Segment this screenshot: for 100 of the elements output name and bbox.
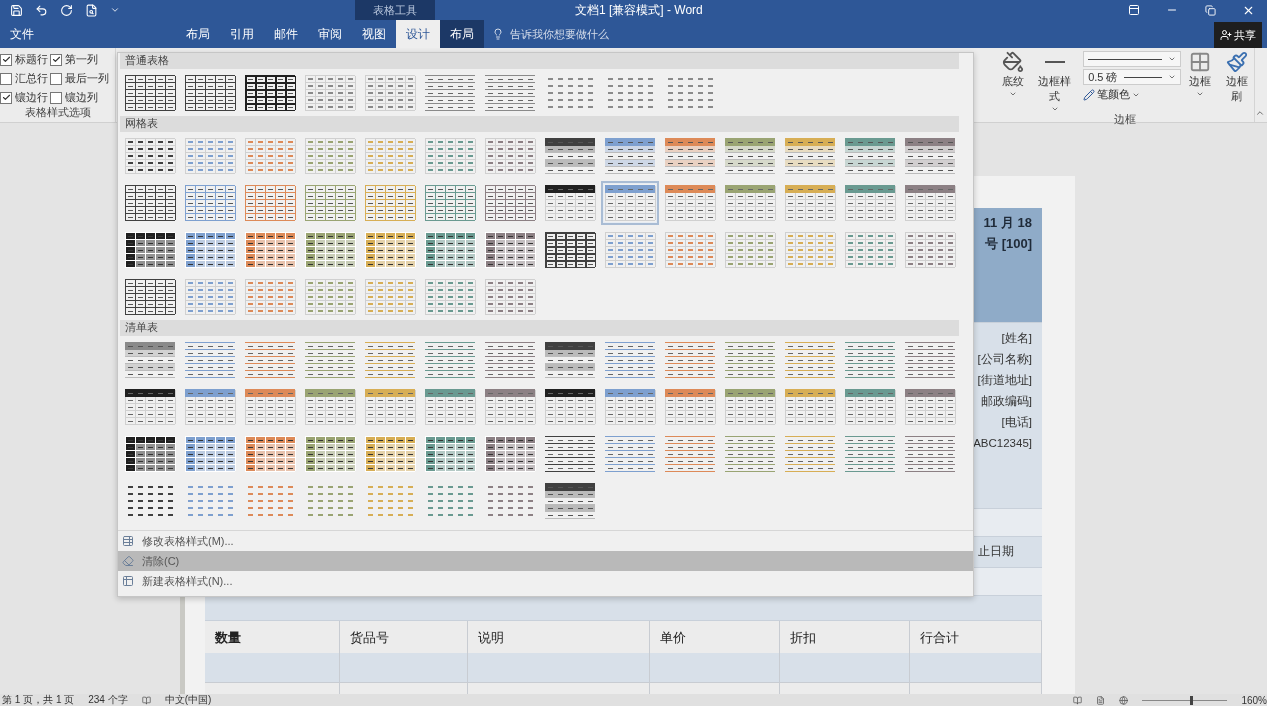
checkbox[interactable] <box>0 91 12 104</box>
ribbon-tab[interactable]: 审阅 <box>308 20 352 48</box>
table-style-drawing <box>244 184 296 221</box>
table-style-drawing <box>904 184 956 221</box>
table-style-drawing <box>184 74 236 111</box>
print-preview-icon[interactable] <box>85 3 98 17</box>
border-painter-button[interactable]: 边框刷 <box>1219 51 1254 104</box>
address-line: 邮政编码] <box>980 394 1032 409</box>
ribbon-tab[interactable]: 引用 <box>220 20 264 48</box>
table-style-drawing <box>904 137 956 174</box>
address-line: [姓名] <box>1001 331 1032 346</box>
table-style-drawing <box>184 341 236 378</box>
ribbon-tab[interactable]: 布局 <box>176 20 220 48</box>
person-add-icon <box>1220 29 1232 41</box>
checkbox-label: 最后一列 <box>65 71 109 86</box>
menu-item[interactable]: 清除(C) <box>118 551 973 571</box>
table-style-drawing <box>604 388 656 425</box>
table-style-drawing <box>724 435 776 472</box>
undo-icon[interactable] <box>35 3 48 17</box>
table-style-drawing <box>904 435 956 472</box>
group-label: 边框 <box>1113 113 1137 127</box>
table-style-drawing <box>544 341 596 378</box>
section-title: 网格表 <box>125 117 158 131</box>
table-style-drawing <box>364 137 416 174</box>
print-layout-icon[interactable] <box>1096 695 1106 705</box>
table-style-drawing <box>184 184 236 221</box>
ribbon-tab[interactable]: 设计 <box>396 20 440 48</box>
table-style-drawing <box>484 231 536 268</box>
save-icon[interactable] <box>10 3 23 17</box>
table-style-drawing <box>124 278 176 315</box>
table-style-drawing <box>244 341 296 378</box>
customize-caret-icon[interactable] <box>110 5 120 15</box>
table-style-drawing <box>184 278 236 315</box>
table-style-drawing <box>664 231 716 268</box>
table-style-drawing <box>304 184 356 221</box>
table-style-drawing <box>124 184 176 221</box>
header-text: 号 [100] <box>985 235 1032 253</box>
menu-item[interactable]: 修改表格样式(M)... <box>118 531 973 551</box>
table-style-drawing <box>844 231 896 268</box>
table-style-drawing <box>604 341 656 378</box>
borders-button[interactable]: 边框 <box>1187 51 1214 98</box>
redo-icon[interactable] <box>60 3 73 17</box>
section-title: 清单表 <box>125 321 158 335</box>
checkbox[interactable] <box>0 53 12 66</box>
language-label[interactable]: 中文(中国) <box>164 693 212 706</box>
line-style-dropdown[interactable] <box>1083 51 1182 67</box>
collapse-ribbon-icon[interactable] <box>1255 108 1265 118</box>
table-style-drawing <box>484 435 536 472</box>
address-line: [街道地址] <box>977 373 1032 388</box>
table-style-drawing <box>364 74 416 111</box>
zoom-level[interactable]: 160% <box>1241 694 1267 706</box>
date-label: 止日期 <box>977 543 1014 560</box>
table-style-drawing <box>244 231 296 268</box>
pen-color-button[interactable]: 笔颜色 <box>1083 87 1182 102</box>
line-weight-dropdown[interactable]: 0.5 磅 <box>1083 69 1182 85</box>
table-style-drawing <box>844 137 896 174</box>
checkbox-label: 镶边列 <box>65 90 98 105</box>
proofing-icon[interactable] <box>141 695 151 705</box>
table-style-drawing <box>664 137 716 174</box>
table-style-drawing <box>844 184 896 221</box>
table-style-drawing <box>604 435 656 472</box>
ribbon-tab[interactable]: 布局 <box>440 20 484 48</box>
table-style-drawing <box>244 435 296 472</box>
web-layout-icon[interactable] <box>1119 695 1129 705</box>
shading-button[interactable]: 底纹 <box>1000 51 1026 98</box>
table-style-drawing <box>724 231 776 268</box>
table-style-drawing <box>124 231 176 268</box>
table-style-drawing <box>424 184 476 221</box>
table-style-drawing <box>184 137 236 174</box>
table-style-drawing <box>484 74 536 111</box>
checkbox[interactable] <box>50 72 62 85</box>
address-line: [公司名称] <box>977 352 1032 367</box>
table-style-drawing <box>604 184 656 221</box>
table-style-drawing <box>724 137 776 174</box>
read-mode-icon[interactable] <box>1073 695 1083 705</box>
ribbon-tab[interactable]: 邮件 <box>264 20 308 48</box>
table-style-drawing <box>664 341 716 378</box>
table-style-drawing <box>544 388 596 425</box>
table-style-drawing <box>304 74 356 111</box>
table-style-drawing <box>784 388 836 425</box>
ribbon-tab[interactable]: 文件 <box>0 20 44 48</box>
share-button[interactable]: 共享 <box>1214 22 1262 48</box>
table-style-drawing <box>544 137 596 174</box>
table-style-drawing <box>184 435 236 472</box>
ribbon-tab[interactable]: 视图 <box>352 20 396 48</box>
border-styles-button[interactable]: 边框样式 <box>1032 51 1078 113</box>
table-style-drawing <box>124 341 176 378</box>
table-style-drawing <box>304 341 356 378</box>
checkbox[interactable] <box>50 91 62 104</box>
menu-item[interactable]: 新建表格样式(N)... <box>118 571 973 591</box>
table-style-drawing <box>724 388 776 425</box>
table-style-drawing <box>904 388 956 425</box>
checkbox[interactable] <box>0 72 12 85</box>
checkbox[interactable] <box>50 53 62 66</box>
table-style-drawing <box>184 388 236 425</box>
table-style-drawing <box>124 435 176 472</box>
table-style-drawing <box>304 137 356 174</box>
tell-me-field[interactable]: 告诉我你想要做什么 <box>508 27 652 41</box>
zoom-slider-thumb[interactable] <box>1190 695 1193 705</box>
table-style-drawing <box>724 184 776 221</box>
